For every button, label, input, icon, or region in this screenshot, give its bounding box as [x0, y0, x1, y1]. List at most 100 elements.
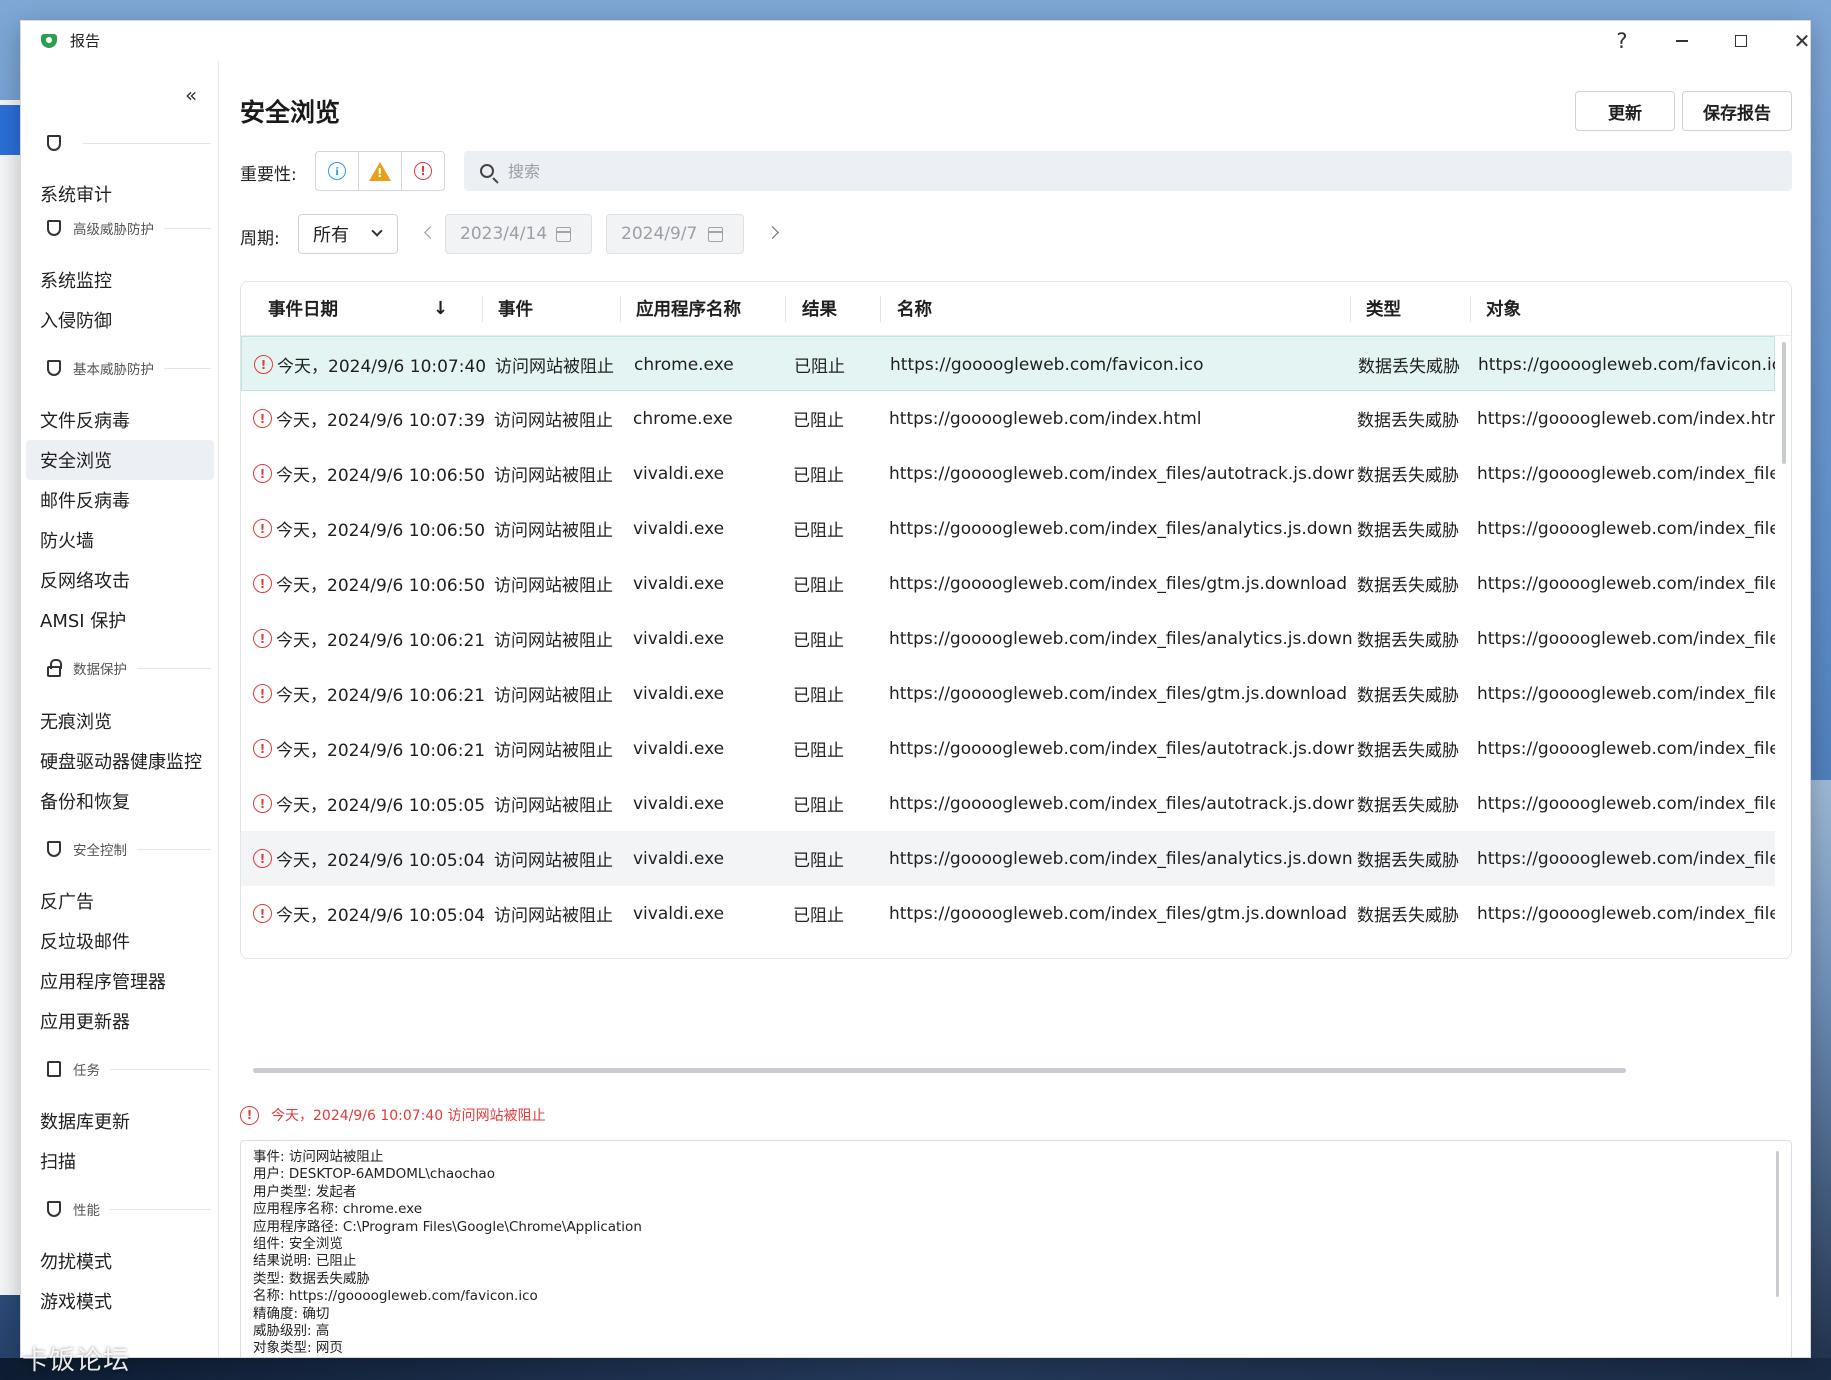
period-select[interactable]: 所有 [298, 214, 398, 254]
cell-name: https://goooogleweb.com/index_files/anal… [889, 628, 1354, 649]
cell-object: https://goooogleweb.com/index_files/a [1477, 793, 1775, 814]
detail-line: 威胁级别: 高 [253, 1323, 330, 1340]
cell-event: 访问网站被阻止 [494, 576, 613, 596]
minimize-button[interactable] [1653, 25, 1711, 57]
cell-date: 今天，2024/9/6 10:07:40 [277, 357, 487, 377]
sidebar-item-game-mode[interactable]: 游戏模式 [26, 1281, 214, 1321]
sidebar-item-amsi[interactable]: AMSI 保护 [26, 600, 214, 640]
sidebar-item-private-browsing[interactable]: 无痕浏览 [26, 701, 214, 741]
cell-type: 数据丢失威胁 [1357, 521, 1459, 541]
cell-date: 今天，2024/9/6 10:06:21 [276, 741, 486, 761]
cell-object: https://goooogleweb.com/index_files/a [1477, 738, 1775, 759]
search-input[interactable] [508, 161, 1708, 181]
collapse-sidebar-icon[interactable]: « [185, 83, 197, 107]
sidebar-item-file-antivirus[interactable]: 文件反病毒 [26, 400, 214, 440]
sidebar-item-app-manager[interactable]: 应用程序管理器 [26, 961, 214, 1001]
sidebar-item-mail-antivirus[interactable]: 邮件反病毒 [26, 480, 214, 520]
sidebar-item-system-monitor[interactable]: 系统监控 [26, 260, 214, 300]
help-button[interactable]: ? [1593, 25, 1651, 57]
period-select-value: 所有 [313, 225, 349, 246]
cell-date: 今天，2024/9/6 10:06:50 [276, 466, 486, 486]
table-row[interactable]: ! 今天，2024/9/6 10:06:50 访问网站被阻止 vivaldi.exe 已… [241, 501, 1775, 556]
chevron-left-icon[interactable] [424, 226, 437, 239]
table-horizontal-scrollbar[interactable] [253, 1068, 1626, 1073]
cell-type: 数据丢失威胁 [1357, 906, 1459, 926]
sidebar-section-data-protection: 数据保护 [45, 656, 215, 680]
sidebar-item-anti-spam[interactable]: 反垃圾邮件 [26, 921, 214, 961]
sidebar-item-disk-health[interactable]: 硬盘驱动器健康监控 [26, 741, 214, 781]
cell-type: 数据丢失威胁 [1357, 686, 1459, 706]
severity-info-button[interactable]: i [316, 152, 359, 190]
detail-line: 应用程序路径: C:\Program Files\Google\Chrome\A… [253, 1218, 642, 1235]
detail-line: 精确度: 确切 [253, 1305, 330, 1322]
cell-object: https://goooogleweb.com/index_files/a [1477, 518, 1775, 539]
column-header-type[interactable]: 类型 [1366, 295, 1401, 321]
column-header-object[interactable]: 对象 [1486, 295, 1521, 321]
table-row[interactable]: ! 今天，2024/9/6 10:05:04 访问网站被阻止 vivaldi.exe 已… [241, 831, 1775, 886]
sidebar-item-system-audit[interactable]: 系统审计 [26, 174, 214, 214]
severity-error-button[interactable]: ! [402, 152, 444, 190]
cell-result: 已阻止 [794, 357, 845, 377]
cell-type: 数据丢失威胁 [1357, 941, 1467, 946]
date-from-value: 2023/4/14 [460, 224, 548, 244]
table-row[interactable]: ! 今天，2024/9/6 10:05:05 访问网站被阻止 vivaldi.exe 已… [241, 776, 1775, 831]
cell-object: https://goooogleweb.com/index_files/g [1477, 903, 1775, 924]
sidebar-item-app-updater[interactable]: 应用更新器 [26, 1001, 214, 1041]
search-icon [480, 164, 494, 178]
column-header-name[interactable]: 名称 [897, 295, 932, 321]
detail-line: 名称: https://goooogleweb.com/favicon.ico [253, 1288, 538, 1305]
date-to-field[interactable]: 2024/9/7 [606, 214, 744, 254]
cell-object: https://goooogleweb.com/index_files/a [1477, 941, 1775, 946]
sidebar-section-advanced: 高级威胁防护 [45, 216, 215, 240]
save-report-button[interactable]: 保存报告 [1682, 91, 1792, 131]
detail-line: 用户类型: 发起者 [253, 1183, 357, 1200]
sidebar-item-scan[interactable]: 扫描 [26, 1141, 214, 1181]
error-icon: ! [414, 162, 432, 180]
table-row[interactable]: ! 今天，2024/9/6 10:06:21 访问网站被阻止 vivaldi.exe 已… [241, 666, 1775, 721]
cell-result: 已阻止 [793, 631, 844, 651]
table-row[interactable]: ! 今天，2024/9/6 10:06:50 访问网站被阻止 vivaldi.exe 已… [241, 446, 1775, 501]
table-row[interactable]: ! 今天，2024/9/6 10:05:04 访问网站被阻止 vivaldi.exe 已… [241, 886, 1775, 941]
table-row[interactable]: ! 今天，2024/9/6 10:06:21 访问网站被阻止 vivaldi.exe 已… [241, 721, 1775, 776]
close-button[interactable]: ✕ [1773, 25, 1810, 57]
warning-icon [369, 161, 391, 181]
sidebar-item-network-attack[interactable]: 反网络攻击 [26, 560, 214, 600]
table-vertical-scrollbar[interactable] [1782, 342, 1786, 464]
severity-label: 重要性: [240, 165, 297, 185]
detail-scrollbar[interactable] [1776, 1151, 1779, 1297]
column-header-result[interactable]: 结果 [802, 295, 837, 321]
sidebar-item-anti-banner[interactable]: 反广告 [26, 881, 214, 921]
minimize-icon [1676, 40, 1688, 42]
sidebar-item-firewall[interactable]: 防火墙 [26, 520, 214, 560]
sidebar-item-safe-browsing[interactable]: 安全浏览 [26, 440, 214, 480]
maximize-button[interactable] [1712, 25, 1770, 57]
sidebar-section-title: 高级威胁防护 [73, 222, 154, 238]
cell-app: chrome.exe [634, 354, 734, 375]
cell-name: https://goooogleweb.com/index_files/anal… [889, 848, 1354, 869]
sidebar-section-title: 安全控制 [73, 843, 127, 859]
sidebar-item-intrusion-prevention[interactable]: 入侵防御 [26, 300, 214, 340]
detail-panel[interactable]: 事件: 访问网站被阻止 用户: DESKTOP-6AMDOML\chaochao 用… [240, 1140, 1792, 1357]
cell-object: https://goooogleweb.com/favicon.ico [1478, 354, 1775, 375]
cell-app: vivaldi.exe [633, 683, 725, 704]
severity-warning-button[interactable] [359, 152, 402, 190]
refresh-button[interactable]: 更新 [1575, 91, 1675, 131]
column-header-event[interactable]: 事件 [498, 295, 533, 321]
table-row[interactable]: ! 今天，2024/9/6 10:06:21 访问网站被阻止 vivaldi.exe 已… [241, 611, 1775, 666]
sidebar-item-database-update[interactable]: 数据库更新 [26, 1101, 214, 1141]
chevron-right-icon[interactable] [766, 226, 779, 239]
title-bar: 报告 ? ✕ [21, 21, 1810, 61]
sidebar-item-backup-restore[interactable]: 备份和恢复 [26, 781, 214, 821]
table-row[interactable]: ! 今天，2024/9/6 10:07:40 访问网站被阻止 chrome.exe 已阻… [241, 336, 1775, 391]
table-row[interactable]: ! 今天，2024/9/6 10:06:50 访问网站被阻止 vivaldi.exe 已… [241, 556, 1775, 611]
date-from-field[interactable]: 2023/4/14 [445, 214, 592, 254]
table-row[interactable]: !今天，2024/9/6 10:04:49访问网站被阻止vivaldi.exe已… [241, 941, 1775, 946]
column-header-date[interactable]: 事件日期 [268, 295, 338, 321]
cell-date: 今天，2024/9/6 10:06:50 [276, 521, 486, 541]
sidebar-item-do-not-disturb[interactable]: 勿扰模式 [26, 1241, 214, 1281]
sort-descending-icon[interactable]: ↓ [433, 298, 448, 319]
cell-name: https://goooogleweb.com/index_files/auto… [889, 793, 1354, 814]
column-header-app[interactable]: 应用程序名称 [636, 295, 741, 321]
cell-name: https://goooogleweb.com/index_files/auto… [889, 463, 1354, 484]
table-row[interactable]: ! 今天，2024/9/6 10:07:39 访问网站被阻止 chrome.exe 已阻… [241, 391, 1775, 446]
